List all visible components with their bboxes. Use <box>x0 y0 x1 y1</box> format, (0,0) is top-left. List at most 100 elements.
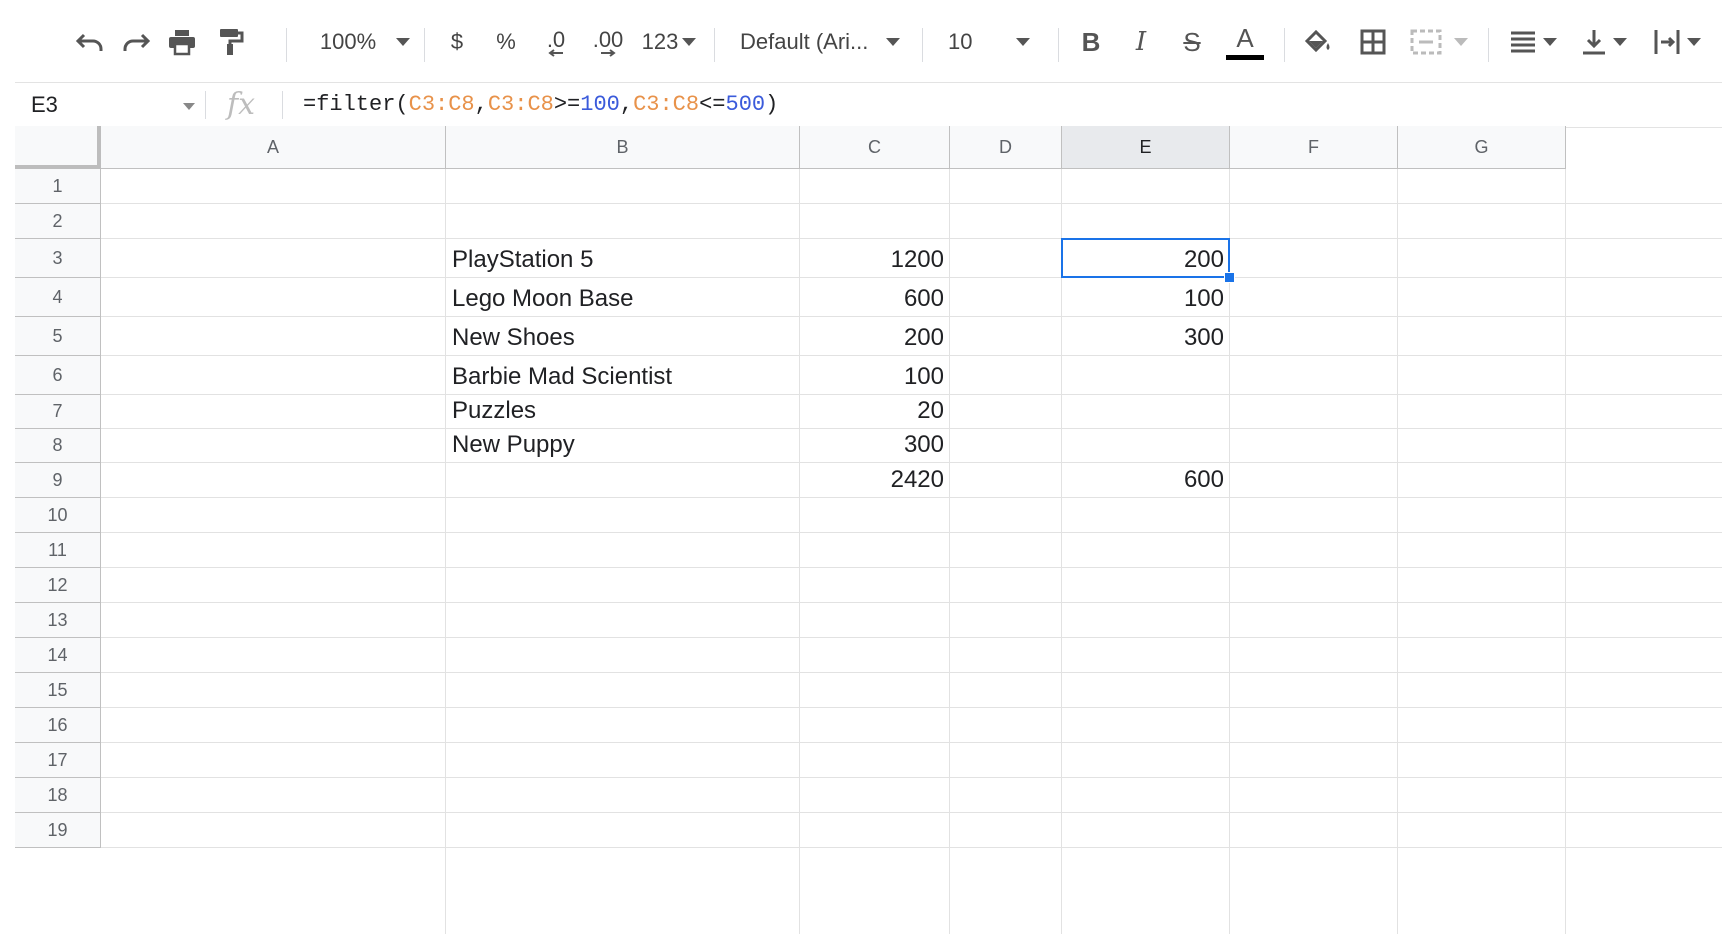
more-formats-button[interactable]: 123 <box>640 22 698 62</box>
row-header-2[interactable]: 2 <box>15 204 101 239</box>
row-header-12[interactable]: 12 <box>15 568 101 603</box>
gridline-horizontal <box>101 742 1722 743</box>
gridline-vertical <box>1397 169 1398 934</box>
formula-text: , <box>474 92 488 117</box>
active-cell-selection <box>1061 238 1230 278</box>
name-box[interactable]: E3 <box>31 92 58 118</box>
cell-c5[interactable]: 200 <box>800 317 950 356</box>
redo-icon[interactable] <box>118 22 154 62</box>
row-header-14[interactable]: 14 <box>15 638 101 673</box>
italic-icon[interactable]: I <box>1126 22 1156 62</box>
cell-c3[interactable]: 1200 <box>800 239 950 278</box>
cell-c9[interactable]: 2420 <box>800 463 950 498</box>
row-header-19[interactable]: 19 <box>15 813 101 848</box>
cell-c4[interactable]: 600 <box>800 278 950 317</box>
chevron-down-icon[interactable] <box>183 103 195 110</box>
font-size-select[interactable]: 10 <box>948 22 1046 62</box>
cell-e9[interactable]: 600 <box>1062 463 1230 498</box>
increase-decimal-button[interactable]: .00 <box>586 22 630 62</box>
formula-text: , <box>619 92 634 117</box>
horizontal-align-button[interactable] <box>1504 22 1562 62</box>
toolbar: 100% $ % .0 .00 123 Default (Ari... 10 B… <box>0 0 1722 82</box>
text-wrap-icon <box>1654 30 1680 54</box>
formula-range: C3:C8 <box>487 92 554 117</box>
formula-number: 100 <box>580 92 620 117</box>
cell-e5[interactable]: 300 <box>1062 317 1230 356</box>
row-header-18[interactable]: 18 <box>15 778 101 813</box>
row-header-16[interactable]: 16 <box>15 708 101 743</box>
column-header-a[interactable]: A <box>101 126 446 169</box>
row-header-11[interactable]: 11 <box>15 533 101 568</box>
row-header-4[interactable]: 4 <box>15 278 101 317</box>
cell-e4[interactable]: 100 <box>1062 278 1230 317</box>
zoom-select[interactable]: 100% <box>310 22 420 62</box>
vertical-align-button[interactable] <box>1574 22 1634 62</box>
percent-format-button[interactable]: % <box>494 22 518 62</box>
formula-text: <= <box>699 92 726 117</box>
gridline-horizontal <box>101 777 1722 778</box>
row-header-7[interactable]: 7 <box>15 395 101 429</box>
column-header-b[interactable]: B <box>446 126 800 169</box>
text-color-button[interactable]: A <box>1224 22 1266 62</box>
row-header-13[interactable]: 13 <box>15 603 101 638</box>
column-header-f[interactable]: F <box>1230 126 1398 169</box>
decrease-decimal-button[interactable]: .0 <box>538 22 574 62</box>
select-all-corner[interactable] <box>15 126 101 169</box>
cell-c8[interactable]: 300 <box>800 429 950 463</box>
undo-icon[interactable] <box>72 22 108 62</box>
cell-c6[interactable]: 100 <box>800 356 950 395</box>
cell-b8[interactable]: New Puppy <box>446 429 800 463</box>
column-header-c[interactable]: C <box>800 126 950 169</box>
formula-bar-divider <box>282 91 283 119</box>
text-color-icon: A <box>1236 22 1254 53</box>
bold-icon[interactable]: B <box>1074 22 1108 62</box>
spreadsheet-grid[interactable]: A B C D E F G 1 2 3 4 5 6 7 8 9 10 11 12 13 14 15 16 17 18 19 Play… <box>15 126 1722 934</box>
chevron-down-icon <box>1543 38 1557 46</box>
font-family-select[interactable]: Default (Ari... <box>740 22 908 62</box>
fill-color-icon[interactable] <box>1300 22 1336 62</box>
more-formats-label: 123 <box>641 29 679 54</box>
column-header-d[interactable]: D <box>950 126 1062 169</box>
chevron-down-icon <box>1016 38 1031 46</box>
toolbar-separator <box>922 28 923 62</box>
fx-icon: fx <box>227 87 256 122</box>
fill-handle[interactable] <box>1224 272 1235 283</box>
strikethrough-icon[interactable]: S <box>1176 22 1208 62</box>
paint-format-icon[interactable] <box>214 22 248 62</box>
row-header-5[interactable]: 5 <box>15 317 101 356</box>
formula-text: =filter( <box>303 92 409 117</box>
row-header-10[interactable]: 10 <box>15 498 101 533</box>
merge-cells-icon <box>1410 29 1442 55</box>
column-header-e[interactable]: E <box>1062 126 1230 169</box>
zoom-value: 100% <box>319 29 377 54</box>
cell-b6[interactable]: Barbie Mad Scientist <box>446 356 800 395</box>
merge-cells-button[interactable] <box>1406 22 1472 62</box>
gridline-horizontal <box>101 812 1722 813</box>
borders-icon[interactable] <box>1356 22 1390 62</box>
cell-c7[interactable]: 20 <box>800 395 950 429</box>
row-header-9[interactable]: 9 <box>15 463 101 498</box>
column-header-g[interactable]: G <box>1398 126 1566 169</box>
arrow-left-icon <box>548 49 563 57</box>
formula-number: 500 <box>725 92 766 117</box>
row-header-6[interactable]: 6 <box>15 356 101 395</box>
gridline-horizontal <box>101 672 1722 673</box>
row-header-8[interactable]: 8 <box>15 429 101 463</box>
cell-b5[interactable]: New Shoes <box>446 317 800 356</box>
toolbar-separator <box>1284 28 1285 62</box>
currency-format-button[interactable]: $ <box>444 22 470 62</box>
formula-text: >= <box>553 92 581 117</box>
row-header-3[interactable]: 3 <box>15 239 101 278</box>
cell-b7[interactable]: Puzzles <box>446 395 800 429</box>
print-icon[interactable] <box>164 22 200 62</box>
row-header-17[interactable]: 17 <box>15 743 101 778</box>
chevron-down-icon <box>1613 38 1627 46</box>
formula-input[interactable]: =filter(C3:C8,C3:C8>=100,C3:C8<=500) <box>303 92 778 117</box>
cell-b4[interactable]: Lego Moon Base <box>446 278 800 317</box>
gridline-horizontal <box>101 847 1722 848</box>
row-header-1[interactable]: 1 <box>15 169 101 204</box>
row-header-15[interactable]: 15 <box>15 673 101 708</box>
text-wrapping-button[interactable] <box>1646 22 1708 62</box>
cell-b3[interactable]: PlayStation 5 <box>446 239 800 278</box>
gridline-vertical <box>1565 169 1566 934</box>
